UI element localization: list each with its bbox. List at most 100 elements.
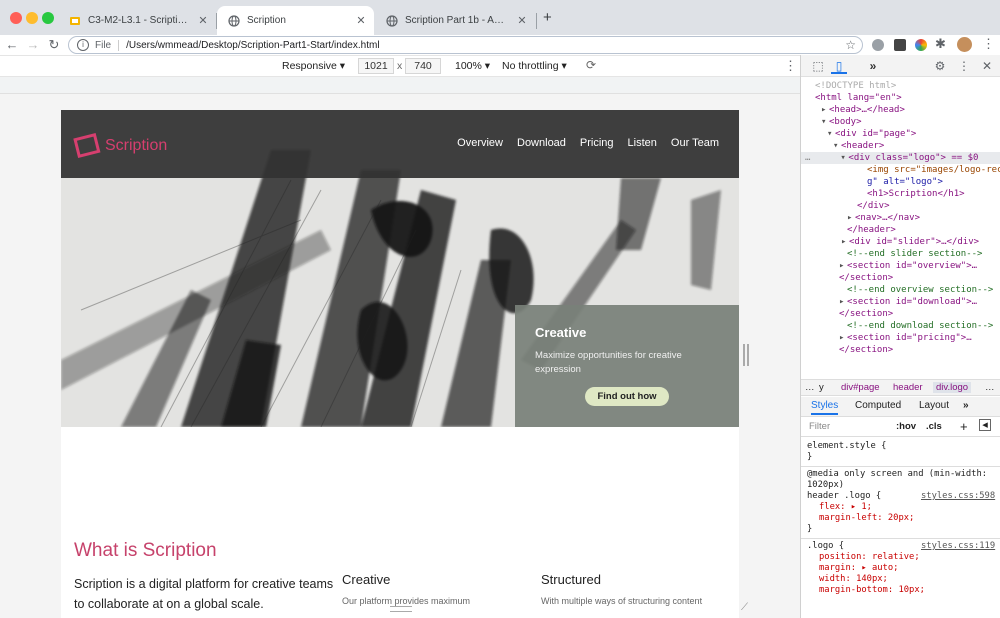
dom-line[interactable]: ▸ <head>…</head> <box>821 104 905 116</box>
css-property[interactable]: margin-bottom: 10px; <box>819 585 925 596</box>
breadcrumb-item[interactable]: y <box>819 382 824 393</box>
close-tab-icon[interactable]: ✕ <box>354 14 368 27</box>
breadcrumb-item[interactable]: … <box>805 382 815 393</box>
find-out-how-button[interactable]: Find out how <box>585 387 669 406</box>
rule-selector[interactable]: header .logo { <box>807 491 881 502</box>
rule-selector[interactable]: element.style { <box>807 441 886 452</box>
extension-icon[interactable] <box>894 39 906 51</box>
styles-tabbar: Styles Computed Layout » <box>801 397 1000 417</box>
dom-line[interactable]: ▾ <body> <box>821 116 862 128</box>
breadcrumb-item-active[interactable]: div.logo <box>933 382 972 393</box>
hov-toggle[interactable]: :hov <box>896 421 916 432</box>
css-property[interactable]: width: 140px; <box>819 574 888 585</box>
dom-line[interactable]: ▸ <nav>…</nav> <box>847 212 920 224</box>
cls-toggle[interactable]: .cls <box>926 421 942 432</box>
tab-c3-m2[interactable]: C3-M2-L3.1 - Scription Site - ✕ <box>58 6 216 35</box>
device-toggle-icon[interactable]: ▯ <box>831 58 847 74</box>
elements-tree: <!DOCTYPE html> <html lang="en"> ▸ <head>… <box>801 77 1000 379</box>
dom-line[interactable]: ▸ <section id="pricing">… <box>839 332 972 344</box>
device-more-icon[interactable]: ⋮ <box>784 58 797 74</box>
source-link[interactable]: styles.css:598 <box>921 491 995 502</box>
filter-input[interactable]: Filter <box>809 421 830 432</box>
css-property[interactable]: margin-left: 20px; <box>819 513 914 524</box>
dom-line-selected[interactable]: … ▾ <div class="logo"> == $0 <box>801 152 1000 164</box>
bookmark-star-icon[interactable]: ☆ <box>845 38 856 52</box>
dom-line[interactable]: <h1>Scription</h1> <box>867 188 965 200</box>
zoom-select[interactable]: 100% ▾ <box>455 60 490 72</box>
forward-icon[interactable]: → <box>25 37 41 53</box>
dom-line[interactable]: ▸ <section id="overview">… <box>839 260 977 272</box>
devtools-menu-icon[interactable]: ⋮ <box>956 58 972 74</box>
breadcrumb-item[interactable]: header <box>893 382 923 393</box>
close-tab-icon[interactable]: ✕ <box>196 14 210 27</box>
nav-listen[interactable]: Listen <box>628 137 657 149</box>
extension-icon[interactable] <box>915 39 927 51</box>
reload-icon[interactable]: ↻ <box>46 37 62 53</box>
tab-layout[interactable]: Layout <box>919 400 949 411</box>
inspect-icon[interactable]: ⬚ <box>810 58 826 74</box>
device-mode-select[interactable]: Responsive ▾ <box>282 60 345 72</box>
dom-line[interactable]: ▾ <header> <box>833 140 884 152</box>
sidebar-toggle-icon[interactable]: ◂ <box>979 419 991 431</box>
new-tab-button[interactable]: + <box>543 9 552 26</box>
height-input[interactable]: 740 <box>405 58 441 74</box>
tab-scription[interactable]: Scription ✕ <box>217 6 374 35</box>
dom-line[interactable]: </section> <box>839 344 893 356</box>
dom-line[interactable]: <!DOCTYPE html> <box>815 80 896 92</box>
dom-line[interactable]: g" alt="logo"> <box>867 176 943 188</box>
menu-kebab-icon[interactable]: ⋮ <box>982 36 995 52</box>
extension-icon[interactable] <box>872 39 884 51</box>
puzzle-icon[interactable]: ✱ <box>935 36 946 52</box>
rule-selector[interactable]: .logo { <box>807 541 844 552</box>
css-property[interactable]: position: relative; <box>819 552 920 563</box>
viewport-bottom-resize-handle[interactable] <box>390 606 412 612</box>
dom-line[interactable]: <img src="images/logo-rec <box>867 164 1000 176</box>
minimize-window-button[interactable] <box>26 12 38 24</box>
tab-computed[interactable]: Computed <box>855 400 901 411</box>
close-window-button[interactable] <box>10 12 22 24</box>
dom-line[interactable]: </div> <box>857 200 890 212</box>
avatar[interactable] <box>957 37 972 52</box>
dom-line[interactable]: ▸ <section id="download">… <box>839 296 977 308</box>
dom-line[interactable]: </header> <box>847 224 896 236</box>
css-property[interactable]: flex: ▸ 1; <box>819 502 872 513</box>
address-bar[interactable]: i File /Users/wmmead/Desktop/Scription-P… <box>68 36 863 54</box>
device-toolbar: Responsive ▾ 1021 x 740 100% ▾ No thrott… <box>0 55 800 77</box>
css-property[interactable]: margin: ▸ auto; <box>819 563 898 574</box>
url-text[interactable]: /Users/wmmead/Desktop/Scription-Part1-St… <box>126 40 379 51</box>
tab-more[interactable]: » <box>963 400 969 411</box>
width-input[interactable]: 1021 <box>358 58 394 74</box>
close-devtools-icon[interactable]: ✕ <box>979 58 995 74</box>
tab-styles[interactable]: Styles <box>811 400 839 415</box>
globe-icon <box>385 14 398 27</box>
viewport-resize-handle[interactable] <box>743 344 749 366</box>
dom-line[interactable]: <!--end overview section--> <box>847 284 993 296</box>
site-logo[interactable]: Scription <box>73 132 167 160</box>
source-link[interactable]: styles.css:119 <box>921 541 995 552</box>
dom-line[interactable]: </section> <box>839 272 893 284</box>
breadcrumb-item[interactable]: div#page <box>841 382 880 393</box>
media-query-ruler <box>0 77 800 94</box>
breadcrumb-item[interactable]: … <box>985 382 995 393</box>
nav-our-team[interactable]: Our Team <box>671 137 719 149</box>
dom-line[interactable]: <!--end slider section--> <box>847 248 982 260</box>
maximize-window-button[interactable] <box>42 12 54 24</box>
corner-resize-icon[interactable]: ⟋ <box>741 602 748 613</box>
nav-pricing[interactable]: Pricing <box>580 137 614 149</box>
dom-line[interactable]: <html lang="en"> <box>815 92 902 104</box>
info-icon[interactable]: i <box>77 39 89 51</box>
back-icon[interactable]: ← <box>4 37 20 53</box>
dom-line[interactable]: <!--end download section--> <box>847 320 993 332</box>
nav-overview[interactable]: Overview <box>457 137 503 149</box>
rotate-icon[interactable]: ⟳ <box>586 58 596 72</box>
throttling-select[interactable]: No throttling ▾ <box>502 60 567 72</box>
new-rule-icon[interactable]: + <box>960 419 968 434</box>
dom-line[interactable]: ▸ <div id="slider">…</div> <box>841 236 979 248</box>
nav-download[interactable]: Download <box>517 137 566 149</box>
close-tab-icon[interactable]: ✕ <box>515 14 529 27</box>
more-panels-button[interactable]: » <box>865 58 881 74</box>
settings-gear-icon[interactable]: ⚙ <box>932 58 948 74</box>
dom-line[interactable]: ▾ <div id="page"> <box>827 128 916 140</box>
tab-scription-part1b[interactable]: Scription Part 1b - Adding CSS ✕ <box>375 6 535 35</box>
dom-line[interactable]: </section> <box>839 308 893 320</box>
